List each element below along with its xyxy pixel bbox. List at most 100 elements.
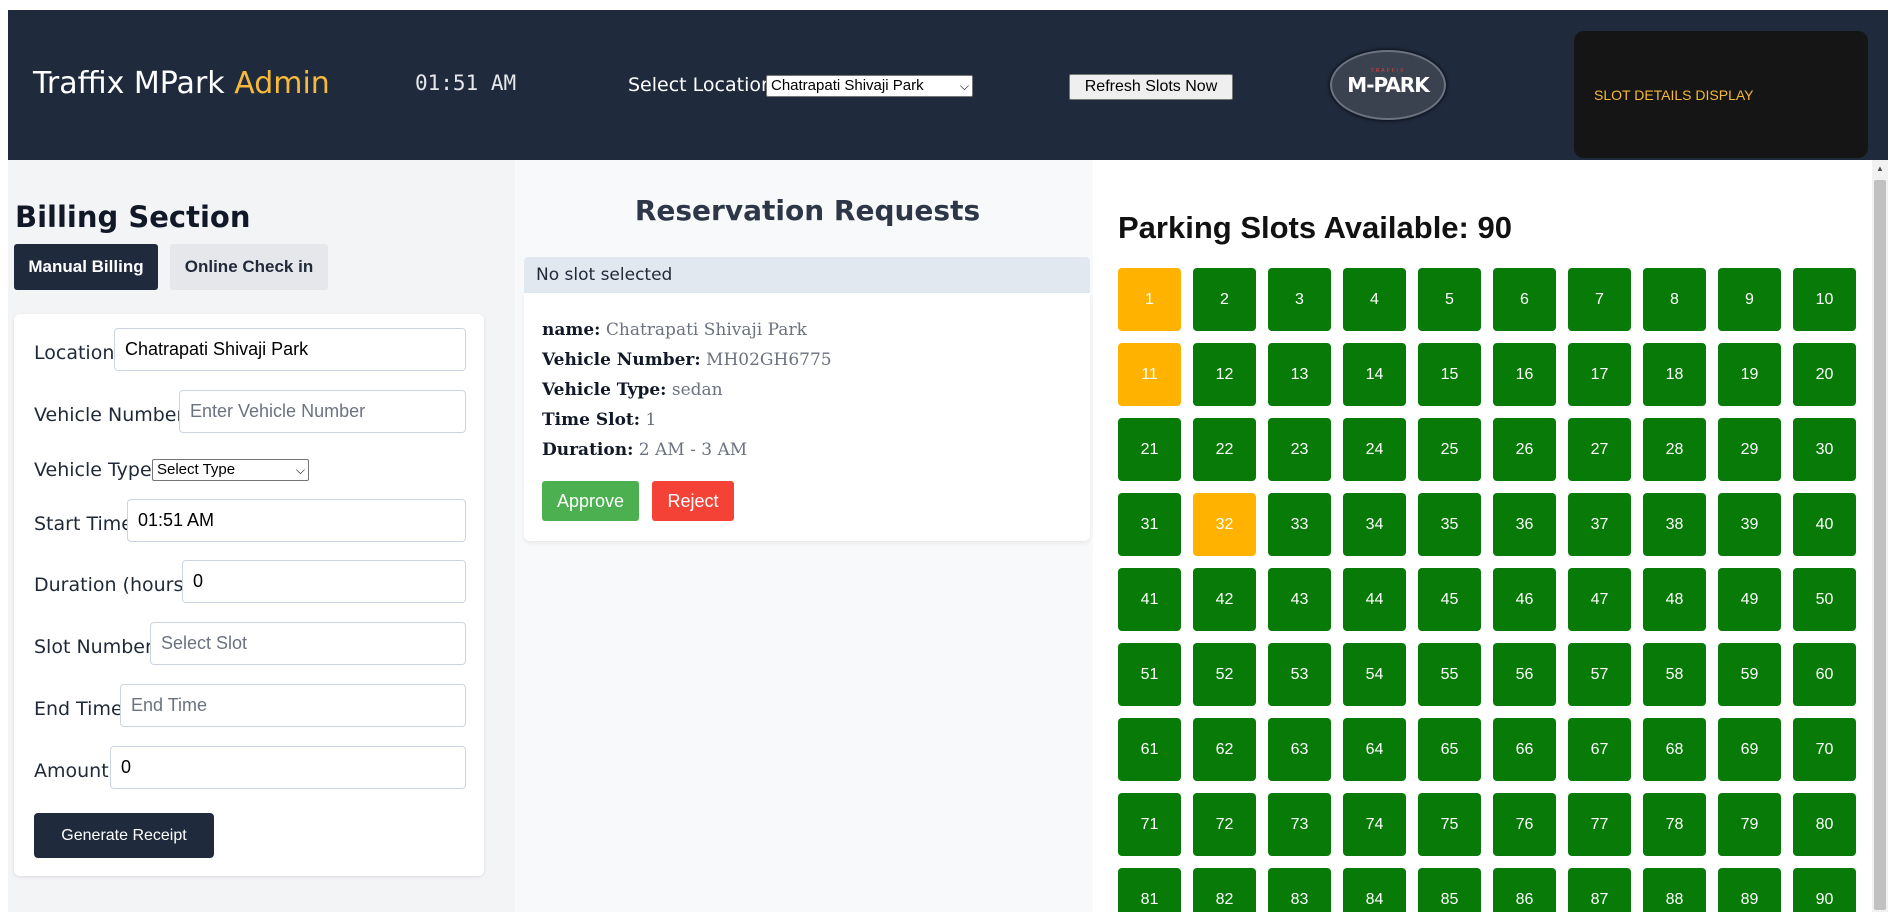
parking-slot-25[interactable]: 25 <box>1418 418 1481 481</box>
parking-slot-16[interactable]: 16 <box>1493 343 1556 406</box>
parking-slot-60[interactable]: 60 <box>1793 643 1856 706</box>
parking-slot-72[interactable]: 72 <box>1193 793 1256 856</box>
parking-slot-2[interactable]: 2 <box>1193 268 1256 331</box>
parking-slot-9[interactable]: 9 <box>1718 268 1781 331</box>
parking-slot-28[interactable]: 28 <box>1643 418 1706 481</box>
parking-slot-45[interactable]: 45 <box>1418 568 1481 631</box>
parking-slot-44[interactable]: 44 <box>1343 568 1406 631</box>
parking-slot-22[interactable]: 22 <box>1193 418 1256 481</box>
parking-slot-10[interactable]: 10 <box>1793 268 1856 331</box>
parking-slot-33[interactable]: 33 <box>1268 493 1331 556</box>
parking-slot-75[interactable]: 75 <box>1418 793 1481 856</box>
parking-slot-57[interactable]: 57 <box>1568 643 1631 706</box>
vehicle-number-input[interactable]: Enter Vehicle Number <box>179 390 466 433</box>
vehicle-type-select[interactable]: Select Type ⌵ <box>152 459 309 481</box>
location-select[interactable]: Chatrapati Shivaji Park ⌵ <box>766 75 973 97</box>
parking-slot-36[interactable]: 36 <box>1493 493 1556 556</box>
parking-slot-68[interactable]: 68 <box>1643 718 1706 781</box>
parking-slot-87[interactable]: 87 <box>1568 868 1631 912</box>
parking-slot-56[interactable]: 56 <box>1493 643 1556 706</box>
parking-slot-66[interactable]: 66 <box>1493 718 1556 781</box>
parking-slot-55[interactable]: 55 <box>1418 643 1481 706</box>
parking-slot-3[interactable]: 3 <box>1268 268 1331 331</box>
parking-slot-77[interactable]: 77 <box>1568 793 1631 856</box>
parking-slot-31[interactable]: 31 <box>1118 493 1181 556</box>
parking-slot-42[interactable]: 42 <box>1193 568 1256 631</box>
parking-slot-74[interactable]: 74 <box>1343 793 1406 856</box>
tab-online-check-in[interactable]: Online Check in <box>170 244 328 290</box>
reject-button[interactable]: Reject <box>652 481 734 521</box>
parking-slot-62[interactable]: 62 <box>1193 718 1256 781</box>
parking-slot-90[interactable]: 90 <box>1793 868 1856 912</box>
start-time-field[interactable]: 01:51 AM <box>127 499 466 542</box>
parking-slot-38[interactable]: 38 <box>1643 493 1706 556</box>
parking-slot-54[interactable]: 54 <box>1343 643 1406 706</box>
parking-slot-24[interactable]: 24 <box>1343 418 1406 481</box>
parking-slot-35[interactable]: 35 <box>1418 493 1481 556</box>
parking-slot-13[interactable]: 13 <box>1268 343 1331 406</box>
parking-slot-27[interactable]: 27 <box>1568 418 1631 481</box>
slot-number-input[interactable]: Select Slot <box>150 622 466 665</box>
parking-slot-89[interactable]: 89 <box>1718 868 1781 912</box>
parking-slot-6[interactable]: 6 <box>1493 268 1556 331</box>
parking-slot-40[interactable]: 40 <box>1793 493 1856 556</box>
parking-slot-63[interactable]: 63 <box>1268 718 1331 781</box>
parking-slot-11[interactable]: 11 <box>1118 343 1181 406</box>
parking-slot-1[interactable]: 1 <box>1118 268 1181 331</box>
parking-slot-47[interactable]: 47 <box>1568 568 1631 631</box>
parking-slot-39[interactable]: 39 <box>1718 493 1781 556</box>
amount-input[interactable]: 0 <box>110 746 466 789</box>
parking-slot-82[interactable]: 82 <box>1193 868 1256 912</box>
parking-slot-86[interactable]: 86 <box>1493 868 1556 912</box>
parking-slot-88[interactable]: 88 <box>1643 868 1706 912</box>
parking-slot-76[interactable]: 76 <box>1493 793 1556 856</box>
parking-slot-26[interactable]: 26 <box>1493 418 1556 481</box>
parking-slot-58[interactable]: 58 <box>1643 643 1706 706</box>
parking-slot-78[interactable]: 78 <box>1643 793 1706 856</box>
parking-slot-67[interactable]: 67 <box>1568 718 1631 781</box>
parking-slot-18[interactable]: 18 <box>1643 343 1706 406</box>
end-time-input[interactable]: End Time <box>120 684 466 727</box>
parking-slot-73[interactable]: 73 <box>1268 793 1331 856</box>
parking-slot-14[interactable]: 14 <box>1343 343 1406 406</box>
scroll-up-arrow-icon[interactable]: ▲ <box>1876 164 1884 173</box>
parking-slot-61[interactable]: 61 <box>1118 718 1181 781</box>
parking-slot-19[interactable]: 19 <box>1718 343 1781 406</box>
parking-slot-70[interactable]: 70 <box>1793 718 1856 781</box>
parking-slot-53[interactable]: 53 <box>1268 643 1331 706</box>
parking-slot-34[interactable]: 34 <box>1343 493 1406 556</box>
parking-slot-32[interactable]: 32 <box>1193 493 1256 556</box>
parking-slot-41[interactable]: 41 <box>1118 568 1181 631</box>
location-field[interactable]: Chatrapati Shivaji Park <box>114 328 466 371</box>
refresh-slots-button[interactable]: Refresh Slots Now <box>1069 74 1233 100</box>
parking-slot-69[interactable]: 69 <box>1718 718 1781 781</box>
parking-slot-83[interactable]: 83 <box>1268 868 1331 912</box>
parking-slot-17[interactable]: 17 <box>1568 343 1631 406</box>
parking-slot-59[interactable]: 59 <box>1718 643 1781 706</box>
generate-receipt-button[interactable]: Generate Receipt <box>34 813 214 858</box>
parking-slot-84[interactable]: 84 <box>1343 868 1406 912</box>
parking-slot-12[interactable]: 12 <box>1193 343 1256 406</box>
parking-slot-49[interactable]: 49 <box>1718 568 1781 631</box>
parking-slot-30[interactable]: 30 <box>1793 418 1856 481</box>
parking-slot-21[interactable]: 21 <box>1118 418 1181 481</box>
parking-slot-79[interactable]: 79 <box>1718 793 1781 856</box>
parking-slot-46[interactable]: 46 <box>1493 568 1556 631</box>
vertical-scrollbar[interactable]: ▲ <box>1872 160 1888 912</box>
parking-slot-20[interactable]: 20 <box>1793 343 1856 406</box>
parking-slot-29[interactable]: 29 <box>1718 418 1781 481</box>
parking-slot-8[interactable]: 8 <box>1643 268 1706 331</box>
parking-slot-23[interactable]: 23 <box>1268 418 1331 481</box>
parking-slot-65[interactable]: 65 <box>1418 718 1481 781</box>
duration-input[interactable]: 0 <box>182 560 466 603</box>
parking-slot-7[interactable]: 7 <box>1568 268 1631 331</box>
parking-slot-81[interactable]: 81 <box>1118 868 1181 912</box>
parking-slot-5[interactable]: 5 <box>1418 268 1481 331</box>
parking-slot-4[interactable]: 4 <box>1343 268 1406 331</box>
scrollbar-thumb[interactable] <box>1874 180 1886 910</box>
parking-slot-64[interactable]: 64 <box>1343 718 1406 781</box>
parking-slot-85[interactable]: 85 <box>1418 868 1481 912</box>
tab-manual-billing[interactable]: Manual Billing <box>14 244 158 290</box>
parking-slot-50[interactable]: 50 <box>1793 568 1856 631</box>
parking-slot-80[interactable]: 80 <box>1793 793 1856 856</box>
